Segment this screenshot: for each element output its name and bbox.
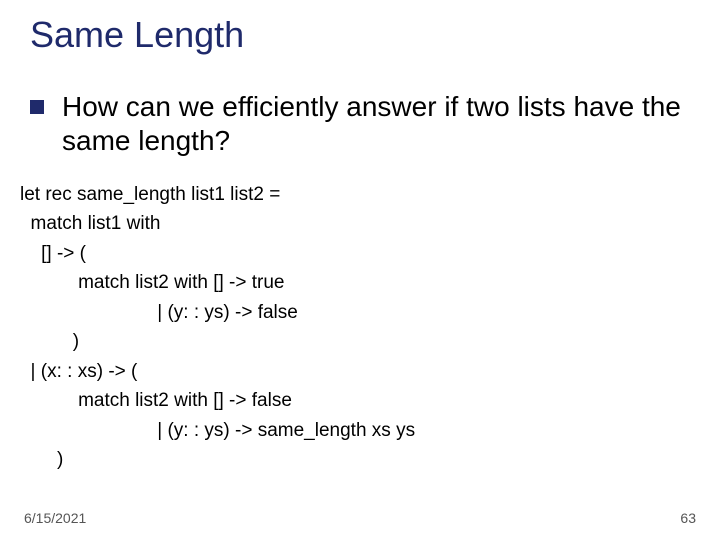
footer-date: 6/15/2021	[24, 510, 86, 526]
slide: Same Length How can we efficiently answe…	[0, 0, 720, 540]
footer-page-number: 63	[680, 510, 696, 526]
slide-body: How can we efficiently answer if two lis…	[30, 90, 700, 157]
slide-title: Same Length	[30, 14, 244, 56]
code-block: let rec same_length list1 list2 = match …	[20, 180, 415, 474]
square-bullet-icon	[30, 100, 44, 114]
bullet-text: How can we efficiently answer if two lis…	[62, 90, 700, 157]
bullet-item: How can we efficiently answer if two lis…	[30, 90, 700, 157]
